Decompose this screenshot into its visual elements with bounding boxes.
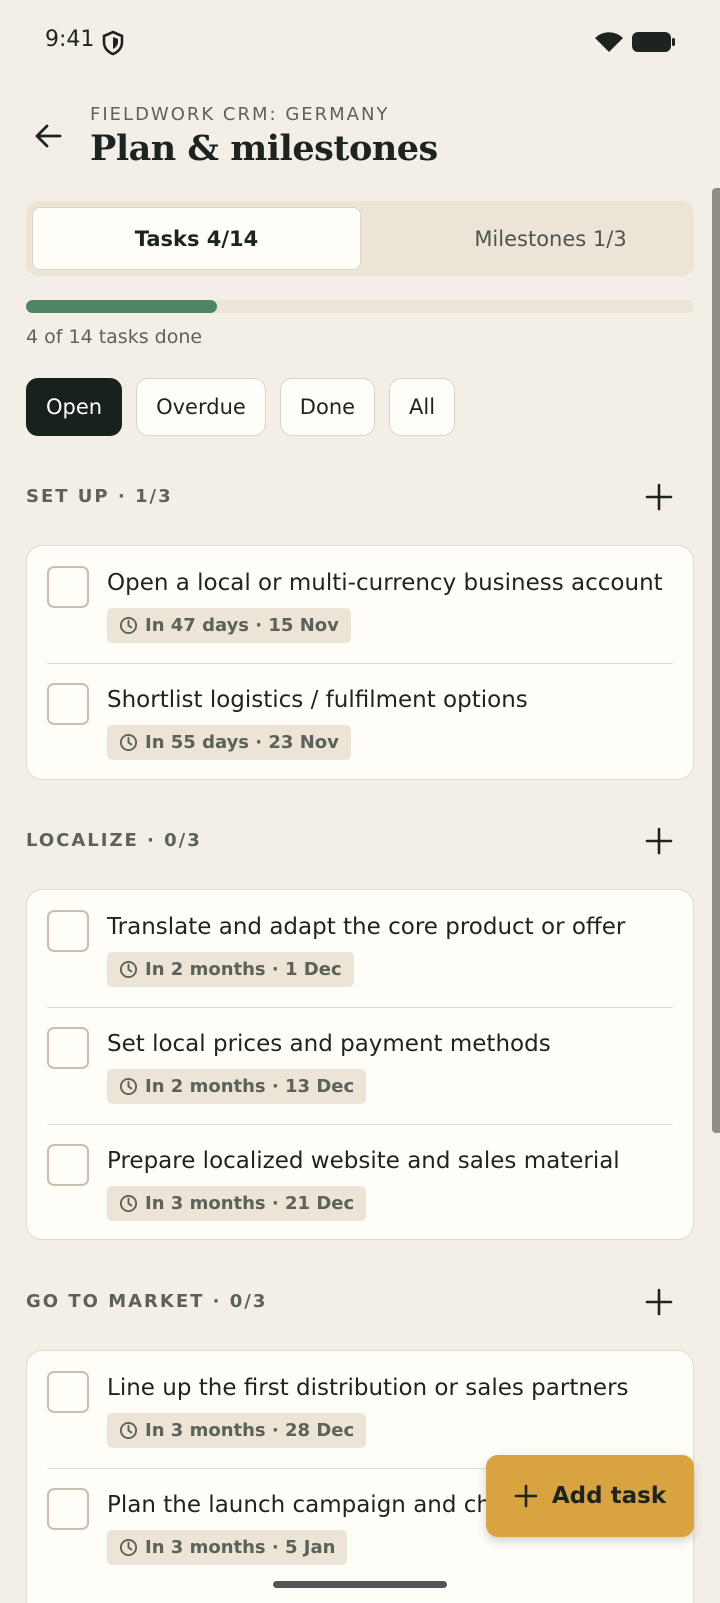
task-card-set-up: Open a local or multi-currency business … — [26, 545, 694, 780]
task-checkbox[interactable] — [47, 566, 89, 608]
filter-done[interactable]: Done — [279, 378, 376, 436]
tab-tasks[interactable]: Tasks 4/14 — [32, 207, 361, 270]
clock-icon — [119, 1077, 138, 1096]
task-checkbox[interactable] — [47, 910, 89, 952]
status-time: 9:41 — [45, 27, 95, 52]
task-row[interactable]: Set local prices and payment methods In … — [27, 1007, 693, 1124]
filter-chips: Open Overdue Done All — [26, 378, 456, 436]
section-label: LOCALIZE · 0/3 — [26, 830, 202, 851]
due-badge: In 2 months · 1 Dec — [107, 952, 354, 987]
task-card-localize: Translate and adapt the core product or … — [26, 889, 694, 1240]
plus-icon[interactable] — [644, 826, 674, 856]
clock-icon — [119, 733, 138, 752]
task-checkbox[interactable] — [47, 683, 89, 725]
due-text: In 47 days · 15 Nov — [145, 615, 339, 636]
breadcrumb: FIELDWORK CRM: GERMANY — [90, 104, 390, 125]
section-header-go-to-market: GO TO MARKET · 0/3 — [26, 1283, 694, 1323]
due-badge: In 55 days · 23 Nov — [107, 725, 351, 760]
due-text: In 2 months · 13 Dec — [145, 1076, 355, 1097]
status-bar: 9:41 — [0, 0, 720, 84]
task-title: Translate and adapt the core product or … — [107, 914, 626, 940]
shield-icon — [102, 30, 124, 56]
wifi-icon — [595, 32, 623, 52]
due-badge: In 47 days · 15 Nov — [107, 608, 351, 643]
progress-bar — [26, 300, 694, 313]
task-checkbox[interactable] — [47, 1488, 89, 1530]
clock-icon — [119, 1538, 138, 1557]
filter-overdue[interactable]: Overdue — [136, 378, 266, 436]
section-label: SET UP · 1/3 — [26, 486, 173, 507]
due-badge: In 3 months · 28 Dec — [107, 1413, 367, 1448]
filter-all[interactable]: All — [389, 378, 456, 436]
clock-icon — [119, 960, 138, 979]
due-text: In 2 months · 1 Dec — [145, 959, 342, 980]
task-title: Plan the launch campaign and char — [107, 1492, 515, 1518]
task-row[interactable]: Line up the first distribution or sales … — [27, 1351, 693, 1468]
due-badge: In 2 months · 13 Dec — [107, 1069, 367, 1104]
task-row[interactable]: Shortlist logistics / fulfilment options… — [27, 663, 693, 779]
plus-icon[interactable] — [644, 482, 674, 512]
section-header-set-up: SET UP · 1/3 — [26, 478, 694, 518]
task-checkbox[interactable] — [47, 1144, 89, 1186]
add-task-label: Add task — [551, 1483, 667, 1509]
task-title: Open a local or multi-currency business … — [107, 570, 663, 596]
plus-icon — [514, 1484, 538, 1508]
scrollbar[interactable] — [712, 188, 720, 1133]
filter-open[interactable]: Open — [26, 378, 123, 436]
task-title: Shortlist logistics / fulfilment options — [107, 687, 528, 713]
due-text: In 3 months · 5 Jan — [145, 1537, 336, 1558]
task-title: Line up the first distribution or sales … — [107, 1375, 629, 1401]
task-row[interactable]: Open a local or multi-currency business … — [27, 546, 693, 663]
task-row[interactable]: Prepare localized website and sales mate… — [27, 1124, 693, 1239]
due-text: In 3 months · 21 Dec — [145, 1193, 355, 1214]
clock-icon — [119, 1421, 138, 1440]
back-button[interactable] — [30, 118, 66, 154]
battery-icon — [632, 32, 675, 52]
due-text: In 3 months · 28 Dec — [145, 1420, 355, 1441]
due-text: In 55 days · 23 Nov — [145, 732, 339, 753]
task-checkbox[interactable] — [47, 1371, 89, 1413]
due-badge: In 3 months · 5 Jan — [107, 1530, 348, 1565]
due-badge: In 3 months · 21 Dec — [107, 1186, 367, 1221]
add-task-button[interactable]: Add task — [486, 1455, 694, 1537]
clock-icon — [119, 1194, 138, 1213]
page-title: Plan & milestones — [90, 128, 438, 169]
plus-icon[interactable] — [644, 1287, 674, 1317]
progress-fill — [26, 300, 217, 313]
section-label: GO TO MARKET · 0/3 — [26, 1291, 268, 1312]
task-title: Set local prices and payment methods — [107, 1031, 551, 1057]
task-title: Prepare localized website and sales mate… — [107, 1148, 620, 1174]
arrow-left-icon — [35, 124, 62, 148]
tab-switcher: Tasks 4/14 Milestones 1/3 — [26, 201, 694, 276]
task-checkbox[interactable] — [47, 1027, 89, 1069]
clock-icon — [119, 616, 138, 635]
tab-milestones[interactable]: Milestones 1/3 — [386, 207, 715, 270]
home-indicator[interactable] — [273, 1581, 447, 1588]
section-header-localize: LOCALIZE · 0/3 — [26, 822, 694, 862]
task-row[interactable]: Translate and adapt the core product or … — [27, 890, 693, 1007]
progress-label: 4 of 14 tasks done — [26, 326, 203, 348]
